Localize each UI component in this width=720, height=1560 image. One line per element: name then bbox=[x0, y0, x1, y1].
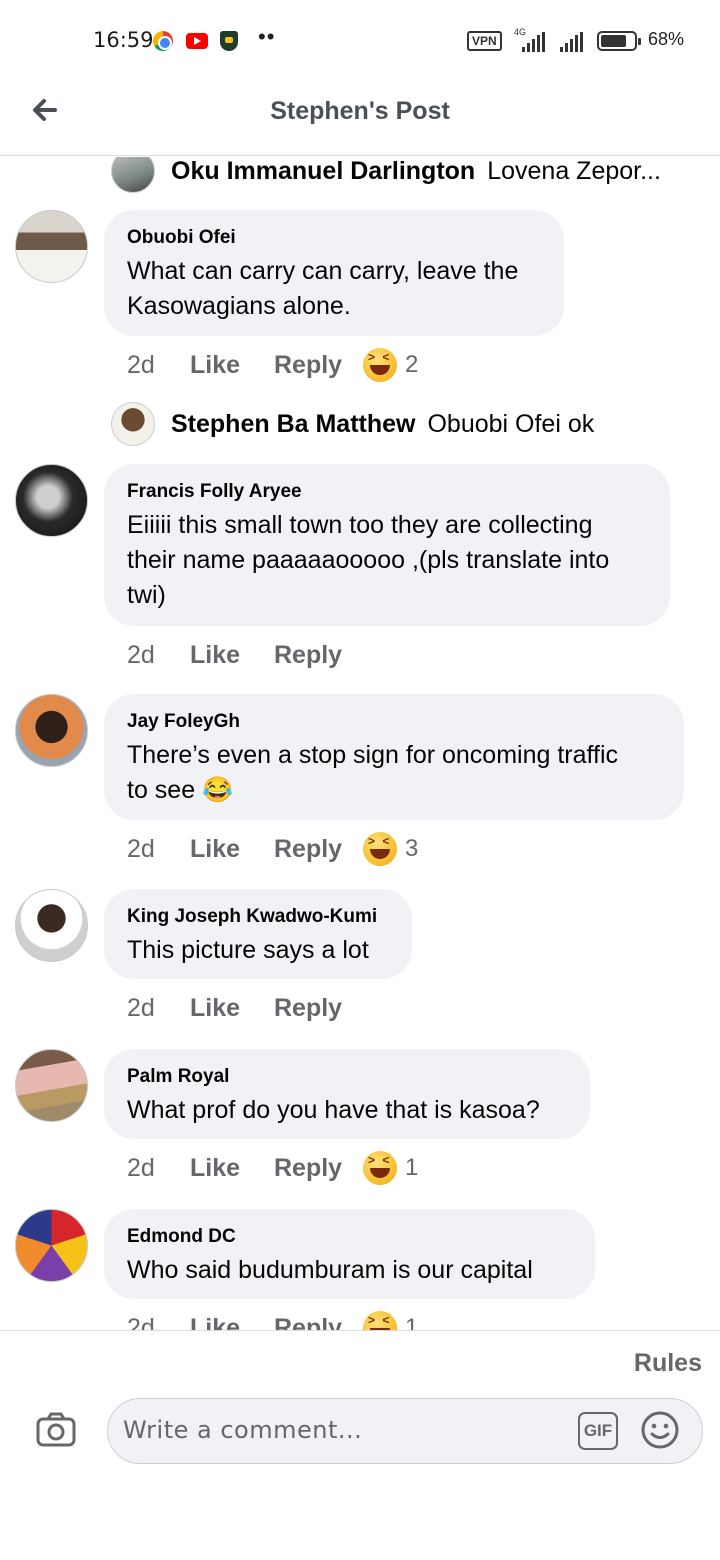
reaction-count: 1 bbox=[405, 1154, 419, 1181]
reaction-summary[interactable]: 1 bbox=[363, 1311, 418, 1330]
like-button[interactable]: Like bbox=[190, 835, 274, 864]
avatar[interactable] bbox=[111, 402, 155, 446]
comment-author[interactable]: Palm Royal bbox=[127, 1065, 567, 1089]
comment-author[interactable]: Edmond DC bbox=[127, 1225, 572, 1249]
comment-actions: 2d Like Reply bbox=[127, 638, 363, 672]
vpn-badge: VPN bbox=[467, 31, 502, 51]
comments-feed[interactable]: Oku Immanuel Darlington Lovena Zepor... … bbox=[0, 157, 720, 1330]
comment-text: What prof do you have that is kasoa? bbox=[127, 1096, 540, 1124]
comment-author[interactable]: Obuobi Ofei bbox=[127, 226, 541, 250]
comment-actions: 2d Like Reply 2 bbox=[127, 348, 418, 382]
reply-button[interactable]: Reply bbox=[274, 994, 363, 1023]
comment-text: What can carry can carry, leave the Kaso… bbox=[127, 257, 519, 320]
reply-item[interactable]: Oku Immanuel Darlington Lovena Zepor... bbox=[111, 157, 661, 193]
reaction-summary[interactable]: 2 bbox=[363, 348, 418, 382]
comment-timestamp: 2d bbox=[127, 1313, 155, 1331]
rules-link[interactable]: Rules bbox=[634, 1349, 702, 1378]
comment-actions: 2d Like Reply 1 bbox=[127, 1311, 418, 1330]
notification-overflow: •• bbox=[258, 24, 276, 49]
signal-icon-2 bbox=[560, 32, 583, 52]
comment-bubble[interactable]: Jay FoleyGh There’s even a stop sign for… bbox=[104, 694, 684, 820]
comment-bubble[interactable]: Edmond DC Who said budumburam is our cap… bbox=[104, 1209, 595, 1299]
like-button[interactable]: Like bbox=[190, 641, 274, 670]
comment-timestamp: 2d bbox=[127, 350, 155, 379]
chrome-icon bbox=[153, 31, 173, 51]
comment-placeholder[interactable]: Write a comment... bbox=[123, 1416, 362, 1444]
battery-percent: 68% bbox=[648, 29, 685, 49]
haha-reaction-icon bbox=[363, 348, 397, 382]
youtube-icon bbox=[186, 33, 208, 49]
avatar[interactable] bbox=[111, 157, 155, 193]
reaction-summary[interactable]: 3 bbox=[363, 832, 418, 866]
like-button[interactable]: Like bbox=[190, 351, 274, 380]
avatar[interactable] bbox=[15, 464, 88, 537]
comment-author[interactable]: Jay FoleyGh bbox=[127, 710, 661, 734]
avatar[interactable] bbox=[15, 889, 88, 962]
like-button[interactable]: Like bbox=[190, 1314, 274, 1331]
comment-bubble[interactable]: Francis Folly Aryee Eiiiii this small to… bbox=[104, 464, 670, 626]
avatar[interactable] bbox=[15, 1209, 88, 1282]
comment-composer: Rules Write a comment... GIF bbox=[0, 1330, 720, 1560]
page-title: Stephen's Post bbox=[270, 97, 450, 125]
signal-icon bbox=[522, 32, 545, 52]
comment-timestamp: 2d bbox=[127, 834, 155, 863]
status-time: 16:59 bbox=[93, 28, 154, 52]
reply-button[interactable]: Reply bbox=[274, 351, 363, 380]
comment-author[interactable]: Francis Folly Aryee bbox=[127, 480, 647, 504]
comment-actions: 2d Like Reply 1 bbox=[127, 1151, 418, 1185]
reaction-summary[interactable]: 1 bbox=[363, 1151, 418, 1185]
comment-timestamp: 2d bbox=[127, 993, 155, 1022]
comment-bubble[interactable]: Obuobi Ofei What can carry can carry, le… bbox=[104, 210, 564, 336]
reply-button[interactable]: Reply bbox=[274, 1154, 363, 1183]
reply-button[interactable]: Reply bbox=[274, 835, 363, 864]
comment-text: There’s even a stop sign for oncoming tr… bbox=[127, 741, 619, 804]
battery-icon bbox=[597, 31, 641, 51]
shield-app-icon bbox=[220, 31, 238, 51]
post-header: Stephen's Post bbox=[0, 80, 720, 156]
haha-reaction-icon bbox=[363, 832, 397, 866]
reply-text: Obuobi Ofei ok bbox=[427, 409, 595, 438]
reply-author[interactable]: Oku Immanuel Darlington bbox=[171, 157, 475, 186]
comment-bubble[interactable]: King Joseph Kwadwo-Kumi This picture say… bbox=[104, 889, 412, 979]
reply-text: Lovena Zepor... bbox=[487, 157, 661, 185]
camera-icon[interactable] bbox=[36, 1411, 76, 1447]
haha-reaction-icon bbox=[363, 1151, 397, 1185]
reply-author[interactable]: Stephen Ba Matthew bbox=[171, 410, 415, 439]
haha-reaction-icon bbox=[363, 1311, 397, 1330]
comment-text: This picture says a lot bbox=[127, 936, 369, 964]
like-button[interactable]: Like bbox=[190, 1154, 274, 1183]
avatar[interactable] bbox=[15, 694, 88, 767]
avatar[interactable] bbox=[15, 210, 88, 283]
reaction-count: 2 bbox=[405, 351, 419, 378]
gif-button[interactable]: GIF bbox=[578, 1412, 618, 1450]
comment-text: Who said budumburam is our capital bbox=[127, 1256, 533, 1284]
comment-timestamp: 2d bbox=[127, 1153, 155, 1182]
comment-author[interactable]: King Joseph Kwadwo-Kumi bbox=[127, 905, 389, 929]
emoji-smile-icon[interactable] bbox=[640, 1410, 680, 1450]
avatar[interactable] bbox=[15, 1049, 88, 1122]
comment-bubble[interactable]: Palm Royal What prof do you have that is… bbox=[104, 1049, 590, 1139]
reply-item[interactable]: Stephen Ba Matthew Obuobi Ofei ok bbox=[111, 402, 594, 446]
comment-text: Eiiiii this small town too they are coll… bbox=[127, 511, 610, 609]
comment-timestamp: 2d bbox=[127, 640, 155, 669]
status-bar: 16:59 •• VPN 4G 68% bbox=[0, 0, 720, 80]
reply-button[interactable]: Reply bbox=[274, 641, 363, 670]
comment-actions: 2d Like Reply bbox=[127, 991, 363, 1025]
reply-button[interactable]: Reply bbox=[274, 1314, 363, 1331]
comment-input[interactable]: Write a comment... GIF bbox=[107, 1398, 703, 1464]
like-button[interactable]: Like bbox=[190, 994, 274, 1023]
comment-actions: 2d Like Reply 3 bbox=[127, 832, 418, 866]
reaction-count: 1 bbox=[405, 1314, 419, 1330]
reaction-count: 3 bbox=[405, 835, 419, 862]
